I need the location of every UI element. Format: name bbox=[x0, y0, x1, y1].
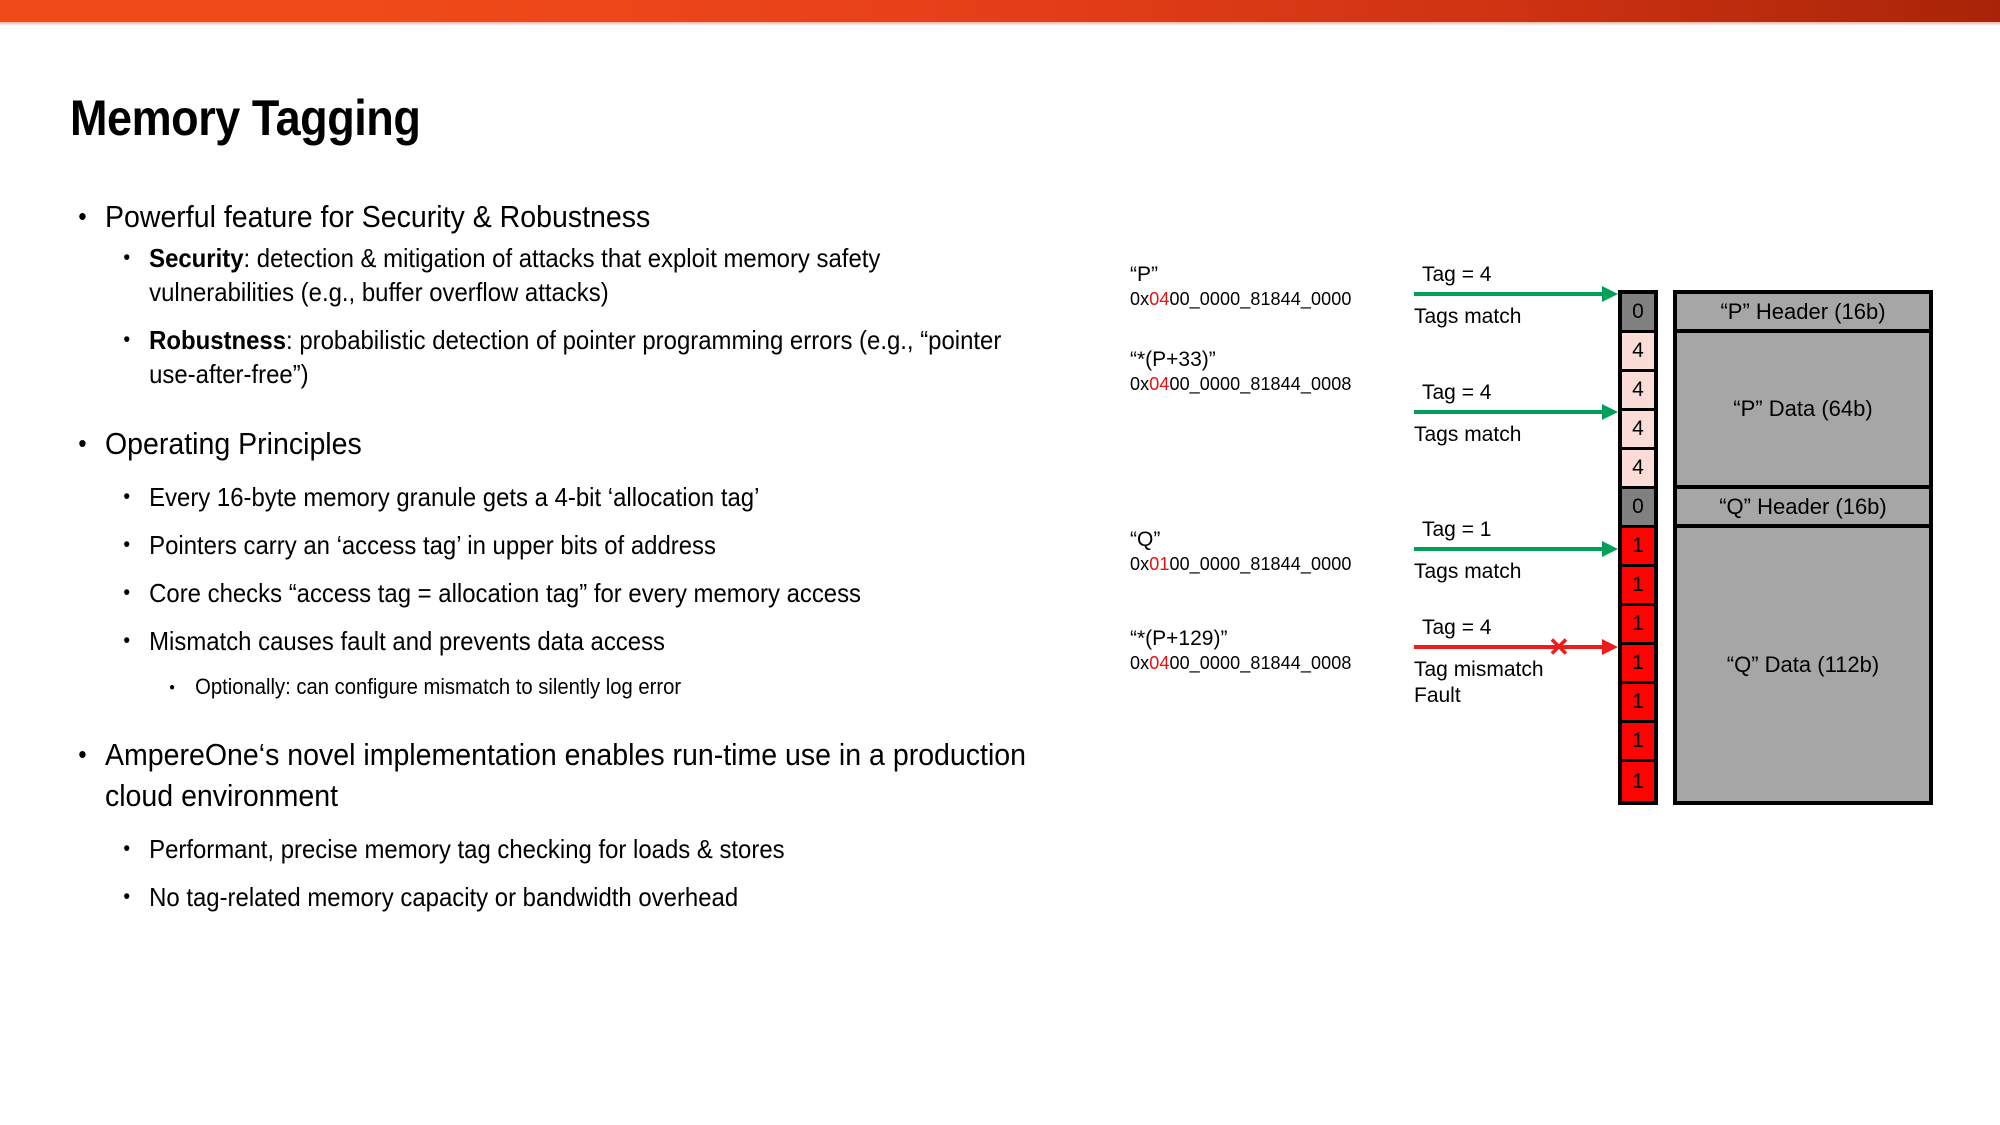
pointer-label-p: “P” 0x0400_0000_81844_0000 bbox=[1130, 263, 1351, 311]
memory-block-p-header: “P” Header (16b) bbox=[1677, 294, 1929, 333]
arrow-caption-result-q: Tags match bbox=[1414, 560, 1522, 583]
bullet-level2-granule-tag: Every 16-byte memory granule gets a 4-bi… bbox=[70, 480, 1027, 514]
arrow-line-p33 bbox=[1414, 410, 1602, 414]
tag-cell: 1 bbox=[1622, 645, 1654, 684]
pointer-label-p33: “*(P+33)” 0x0400_0000_81844_0008 bbox=[1130, 348, 1351, 396]
tag-cell: 1 bbox=[1622, 528, 1654, 567]
arrow-head-q bbox=[1602, 541, 1618, 557]
tag-cell: 4 bbox=[1622, 333, 1654, 372]
bullet-group-ampereone: AmpereOne‘s novel implementation enables… bbox=[70, 734, 1110, 914]
pointer-address-p129: 0x0400_0000_81844_0008 bbox=[1130, 651, 1351, 675]
arrow-line-p129 bbox=[1414, 645, 1602, 649]
bullet-content: Powerful feature for Security & Robustne… bbox=[70, 196, 1110, 916]
memory-block-q-data: “Q” Data (112b) bbox=[1677, 528, 1929, 801]
addr-prefix: 0x bbox=[1130, 374, 1150, 394]
addr-tag-nibble: 01 bbox=[1149, 554, 1170, 574]
arrow-head-p129 bbox=[1602, 639, 1618, 655]
bullet-text-security: : detection & mitigation of attacks that… bbox=[149, 243, 881, 307]
arrow-caption-tag-p129: Tag = 4 bbox=[1422, 616, 1492, 639]
bullet-group-security: Powerful feature for Security & Robustne… bbox=[70, 196, 1110, 391]
addr-tag-nibble: 04 bbox=[1149, 653, 1170, 673]
bullet-level2-security: Security: detection & mitigation of atta… bbox=[70, 241, 1027, 309]
addr-rest: 00_0000_81844_0008 bbox=[1169, 374, 1352, 394]
arrow-caption-tag-p: Tag = 4 bbox=[1422, 263, 1492, 286]
addr-prefix: 0x bbox=[1130, 653, 1150, 673]
bullet-lead-security: Security bbox=[149, 243, 244, 273]
pointer-label-p129: “*(P+129)” 0x0400_0000_81844_0008 bbox=[1130, 627, 1351, 675]
bullet-level1-operating-principles: Operating Principles bbox=[70, 423, 1027, 464]
pointer-name-q: “Q” bbox=[1130, 528, 1161, 551]
pointer-name-p129: “*(P+129)” bbox=[1130, 627, 1228, 650]
bullet-level2-performant: Performant, precise memory tag checking … bbox=[70, 832, 1027, 866]
memory-layout-column: “P” Header (16b) “P” Data (64b) “Q” Head… bbox=[1673, 290, 1933, 805]
addr-rest: 00_0000_81844_0000 bbox=[1169, 554, 1352, 574]
arrow-head-p33 bbox=[1602, 404, 1618, 420]
addr-rest: 00_0000_81844_0008 bbox=[1169, 653, 1352, 673]
mismatch-x-icon: ✕ bbox=[1548, 632, 1570, 662]
tag-cell: 4 bbox=[1622, 411, 1654, 450]
bullet-level3-optional-log: Optionally: can configure mismatch to si… bbox=[70, 672, 1027, 703]
tag-cell: 0 bbox=[1622, 489, 1654, 528]
addr-tag-nibble: 04 bbox=[1149, 374, 1170, 394]
pointer-address-q: 0x0100_0000_81844_0000 bbox=[1130, 552, 1351, 576]
allocation-tag-column: 0 4 4 4 4 0 1 1 1 1 1 1 1 bbox=[1618, 290, 1658, 805]
memory-tagging-diagram: “P” 0x0400_0000_81844_0000 Tag = 4 Tags … bbox=[1130, 263, 1960, 970]
addr-prefix: 0x bbox=[1130, 289, 1150, 309]
bullet-level2-mismatch-fault: Mismatch causes fault and prevents data … bbox=[70, 624, 1027, 658]
tag-cell: 4 bbox=[1622, 450, 1654, 489]
bullet-level1-ampereone: AmpereOne‘s novel implementation enables… bbox=[70, 734, 1027, 816]
pointer-address-p33: 0x0400_0000_81844_0008 bbox=[1130, 372, 1351, 396]
pointer-address-p: 0x0400_0000_81844_0000 bbox=[1130, 287, 1351, 311]
bullet-level2-access-tag: Pointers carry an ‘access tag’ in upper … bbox=[70, 528, 1027, 562]
bullet-level2-robustness: Robustness: probabilistic detection of p… bbox=[70, 323, 1027, 391]
pointer-name-p: “P” bbox=[1130, 263, 1158, 286]
bullet-group-operating-principles: Operating Principles Every 16-byte memor… bbox=[70, 423, 1110, 703]
bullet-level2-core-checks: Core checks “access tag = allocation tag… bbox=[70, 576, 1027, 610]
tag-cell: 1 bbox=[1622, 762, 1654, 801]
arrow-caption-result-p129: Tag mismatch Fault bbox=[1414, 657, 1544, 709]
memory-block-p-data: “P” Data (64b) bbox=[1677, 333, 1929, 489]
top-accent-bar-shadow bbox=[0, 22, 2000, 26]
memory-block-q-header: “Q” Header (16b) bbox=[1677, 489, 1929, 528]
addr-rest: 00_0000_81844_0000 bbox=[1169, 289, 1352, 309]
tag-cell: 0 bbox=[1622, 294, 1654, 333]
result-line-2: Fault bbox=[1414, 684, 1461, 707]
addr-tag-nibble: 04 bbox=[1149, 289, 1170, 309]
pointer-label-q: “Q” 0x0100_0000_81844_0000 bbox=[1130, 528, 1351, 576]
bullet-lead-robustness: Robustness bbox=[149, 325, 287, 355]
tag-cell: 4 bbox=[1622, 372, 1654, 411]
bullet-level1-powerful-feature: Powerful feature for Security & Robustne… bbox=[70, 196, 1027, 237]
tag-cell: 1 bbox=[1622, 567, 1654, 606]
page-title: Memory Tagging bbox=[70, 90, 421, 146]
result-line-1: Tag mismatch bbox=[1414, 658, 1544, 681]
arrow-caption-tag-q: Tag = 1 bbox=[1422, 518, 1492, 541]
tag-cell: 1 bbox=[1622, 684, 1654, 723]
arrow-caption-tag-p33: Tag = 4 bbox=[1422, 381, 1492, 404]
bullet-level2-no-overhead: No tag-related memory capacity or bandwi… bbox=[70, 880, 1027, 914]
tag-cell: 1 bbox=[1622, 606, 1654, 645]
tag-cell: 1 bbox=[1622, 723, 1654, 762]
arrow-line-q bbox=[1414, 547, 1602, 551]
pointer-name-p33: “*(P+33)” bbox=[1130, 348, 1216, 371]
arrow-caption-result-p: Tags match bbox=[1414, 305, 1522, 328]
addr-prefix: 0x bbox=[1130, 554, 1150, 574]
arrow-line-p bbox=[1414, 292, 1602, 296]
arrow-caption-result-p33: Tags match bbox=[1414, 423, 1522, 446]
arrow-head-p bbox=[1602, 286, 1618, 302]
top-accent-bar bbox=[0, 0, 2000, 22]
